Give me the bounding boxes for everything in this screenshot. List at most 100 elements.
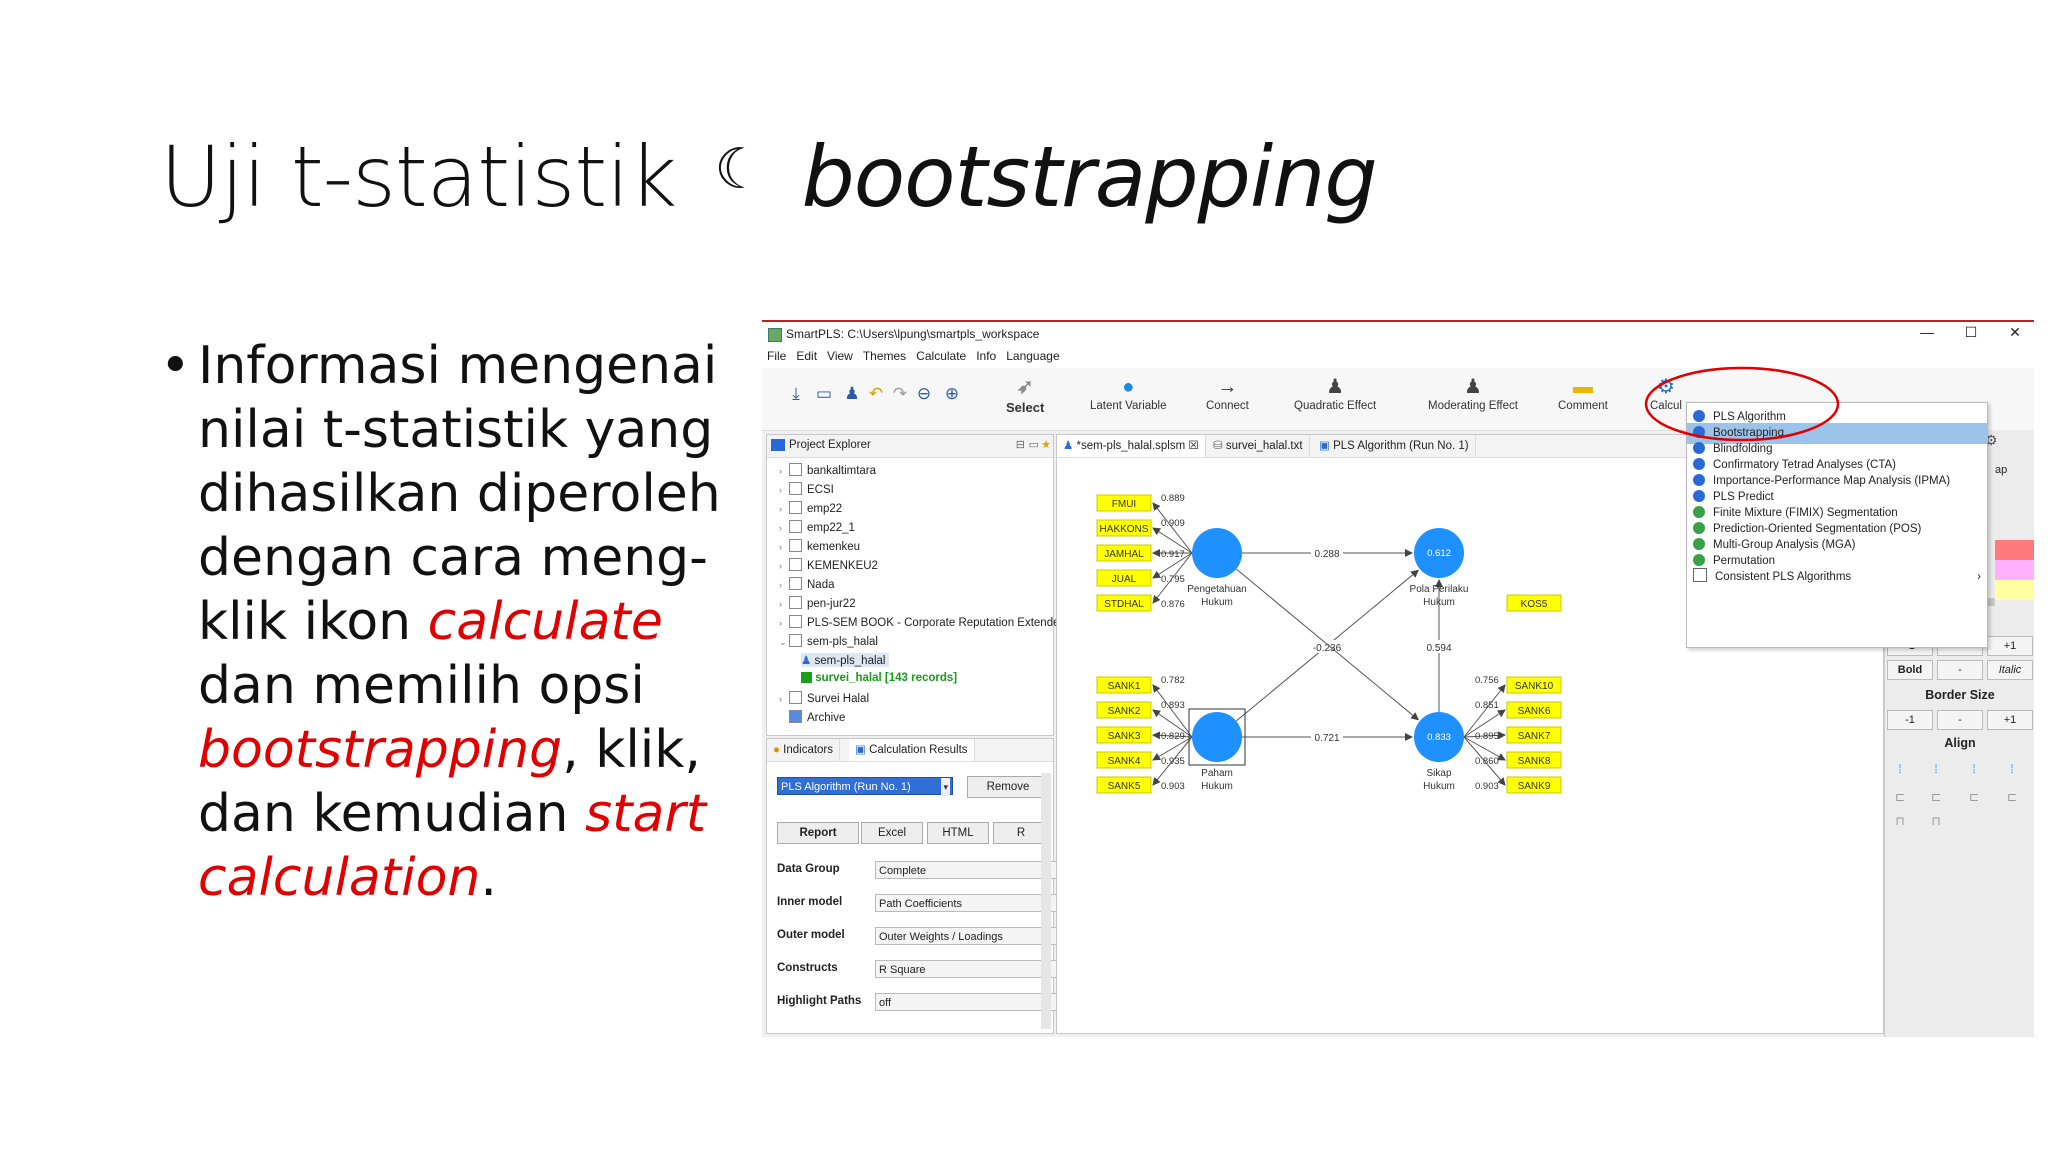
bullet-t2: dan memilih opsi bbox=[198, 656, 645, 716]
window-titlebar: SmartPLS: C:\Users\lpung\smartpls_worksp… bbox=[762, 322, 2034, 346]
moderating-effect-tool[interactable]: ♟ Moderating Effect bbox=[1428, 374, 1518, 412]
menu-info[interactable]: Info bbox=[971, 346, 1001, 366]
italic-button[interactable]: Italic bbox=[1987, 660, 2033, 680]
tab-calculation-results[interactable]: ▣ Calculation Results bbox=[849, 739, 975, 761]
border-minus-button[interactable]: -1 bbox=[1887, 710, 1933, 730]
color-swatch[interactable] bbox=[1995, 540, 2034, 560]
indicator-pengetahuan-loading: 0.917 bbox=[1161, 549, 1185, 560]
comment-label: Comment bbox=[1558, 400, 1608, 412]
connect-label: Connect bbox=[1206, 400, 1249, 412]
tree-item[interactable]: › kemenkeu bbox=[779, 539, 860, 553]
indicator-paham-arrow bbox=[1152, 684, 1193, 738]
menu-edit[interactable]: Edit bbox=[791, 346, 822, 366]
star-icon[interactable]: ★ bbox=[1041, 438, 1051, 451]
run-select[interactable]: PLS Algorithm (Run No. 1) ▾ bbox=[777, 777, 953, 796]
indicator-pengetahuan-loading: 0.876 bbox=[1161, 599, 1185, 610]
tree-item[interactable]: ⌄ sem-pls_halal bbox=[779, 634, 878, 648]
bold-button[interactable]: Bold bbox=[1887, 660, 1933, 680]
outer-model-label: Outer model bbox=[777, 929, 845, 941]
color-swatch[interactable] bbox=[1995, 560, 2034, 580]
tree-item[interactable]: › Survei Halal bbox=[779, 691, 869, 705]
red-highlight-ellipse bbox=[1644, 366, 1840, 442]
border-reset-button[interactable]: - bbox=[1937, 710, 1983, 730]
minimize-button[interactable]: — bbox=[1912, 324, 1942, 344]
tree-item[interactable]: › pen-jur22 bbox=[779, 596, 856, 610]
align-distribute-icon[interactable]: ⊏ bbox=[1965, 790, 1983, 804]
latent-variable-tool[interactable]: ● Latent Variable bbox=[1090, 374, 1167, 412]
indicator-paham-name: SANK2 bbox=[1108, 706, 1141, 717]
tree-item[interactable]: › PLS-SEM BOOK - Corporate Reputation Ext… bbox=[779, 615, 1066, 629]
border-plus-button[interactable]: +1 bbox=[1987, 710, 2033, 730]
align-top-icon[interactable]: ⁞ bbox=[1891, 762, 1909, 776]
tree-item[interactable]: › Nada bbox=[779, 577, 835, 591]
style-reset-button[interactable]: - bbox=[1937, 660, 1983, 680]
menu-item-consistent-pls[interactable]: Consistent PLS Algorithms › bbox=[1687, 567, 1987, 588]
tree-item-selected-model[interactable]: ♟ sem-pls_halal bbox=[801, 653, 890, 667]
select-tool[interactable]: ➶ Select bbox=[1006, 374, 1044, 415]
tree-item[interactable]: Archive bbox=[779, 710, 845, 724]
align-stretch-icon[interactable]: ⊏ bbox=[2003, 790, 2021, 804]
menu-language[interactable]: Language bbox=[1001, 346, 1064, 366]
save-icon[interactable]: ⤓ bbox=[786, 384, 806, 404]
align-left-icon[interactable]: ⁞ bbox=[1927, 762, 1945, 776]
indicator-sikap-arrow bbox=[1463, 736, 1506, 786]
tree-item[interactable]: › ECSI bbox=[779, 482, 834, 496]
zoom-out-icon[interactable]: ⊖ bbox=[914, 384, 934, 404]
indicator-paham-name: SANK4 bbox=[1108, 756, 1141, 767]
menu-calculate[interactable]: Calculate bbox=[911, 346, 971, 366]
collapse-icon[interactable]: ⊟ bbox=[1016, 438, 1025, 451]
construct-label-pola: Pola Perilaku bbox=[1410, 584, 1469, 595]
users-icon[interactable]: ♟ bbox=[842, 384, 862, 404]
bullet-em-bootstrapping: bootstrapping bbox=[198, 720, 563, 780]
indicator-pengetahuan-name: JAMHAL bbox=[1104, 549, 1144, 560]
align-vertical-icon[interactable]: ⊓ bbox=[1891, 814, 1909, 828]
comment-icon: ▬ bbox=[1572, 376, 1593, 398]
quadratic-effect-icon: ♟ bbox=[1326, 376, 1345, 398]
indicator-paham-name: SANK1 bbox=[1108, 681, 1141, 692]
menu-themes[interactable]: Themes bbox=[858, 346, 911, 366]
tree-item-dataset[interactable]: survei_halal [143 records] bbox=[801, 672, 957, 684]
path-pengetahuan-pola-label: 0.288 bbox=[1314, 549, 1339, 560]
scrollbar[interactable] bbox=[1041, 773, 1051, 1029]
tree-item[interactable]: › bankaltimtara bbox=[779, 463, 876, 477]
remove-button[interactable]: Remove bbox=[967, 776, 1049, 798]
menu-view[interactable]: View bbox=[822, 346, 858, 366]
align-horizontal-icon[interactable]: ⊓ bbox=[1927, 814, 1945, 828]
moderating-effect-icon: ♟ bbox=[1464, 376, 1482, 398]
color-swatch[interactable] bbox=[1995, 580, 2034, 600]
export-image-icon[interactable]: ▭ bbox=[814, 384, 834, 404]
indicator-pengetahuan-loading: 0.909 bbox=[1161, 518, 1185, 529]
tab-indicators[interactable]: ● Indicators bbox=[767, 739, 841, 761]
comment-tool[interactable]: ▬ Comment bbox=[1558, 374, 1608, 412]
html-button[interactable]: HTML bbox=[927, 822, 989, 844]
quadratic-effect-tool[interactable]: ♟ Quadratic Effect bbox=[1294, 374, 1376, 412]
construct-label-pola: Hukum bbox=[1423, 597, 1455, 608]
align-middle-icon[interactable]: ⊏ bbox=[1927, 790, 1945, 804]
undo-icon[interactable]: ↶ bbox=[866, 384, 886, 404]
font-plus-button[interactable]: +1 bbox=[1987, 636, 2033, 656]
maximize-button[interactable]: ☐ bbox=[1956, 324, 1986, 344]
menu-file[interactable]: File bbox=[762, 346, 791, 366]
cursor-icon: ➶ bbox=[1016, 376, 1034, 398]
align-center-icon[interactable]: ⁞ bbox=[1965, 762, 1983, 776]
indicator-pengetahuan-arrow bbox=[1152, 552, 1193, 604]
tree-item[interactable]: › emp22 bbox=[779, 501, 842, 515]
report-button[interactable]: Report bbox=[777, 822, 859, 844]
zoom-in-icon[interactable]: ⊕ bbox=[942, 384, 962, 404]
align-heading: Align bbox=[1944, 736, 1976, 750]
excel-button[interactable]: Excel bbox=[861, 822, 923, 844]
connect-tool[interactable]: → Connect bbox=[1206, 374, 1249, 412]
align-right-icon[interactable]: ⁞ bbox=[2003, 762, 2021, 776]
app-icon bbox=[768, 328, 782, 342]
folder-icon bbox=[771, 439, 785, 451]
r-square-sikap: 0.833 bbox=[1427, 732, 1451, 743]
close-button[interactable]: ✕ bbox=[2000, 324, 2030, 344]
construct-label-paham: Hukum bbox=[1201, 781, 1233, 792]
smartpls-screenshot: SmartPLS: C:\Users\lpung\smartpls_worksp… bbox=[762, 320, 2034, 1037]
tree-item[interactable]: › emp22_1 bbox=[779, 520, 855, 534]
indicator-sikap-loading: 0.851 bbox=[1475, 700, 1499, 711]
redo-icon[interactable]: ↷ bbox=[890, 384, 910, 404]
align-bottom-icon[interactable]: ⊏ bbox=[1891, 790, 1909, 804]
minimize-panel-icon[interactable]: ▭ bbox=[1029, 438, 1039, 451]
tree-item[interactable]: › KEMENKEU2 bbox=[779, 558, 878, 572]
